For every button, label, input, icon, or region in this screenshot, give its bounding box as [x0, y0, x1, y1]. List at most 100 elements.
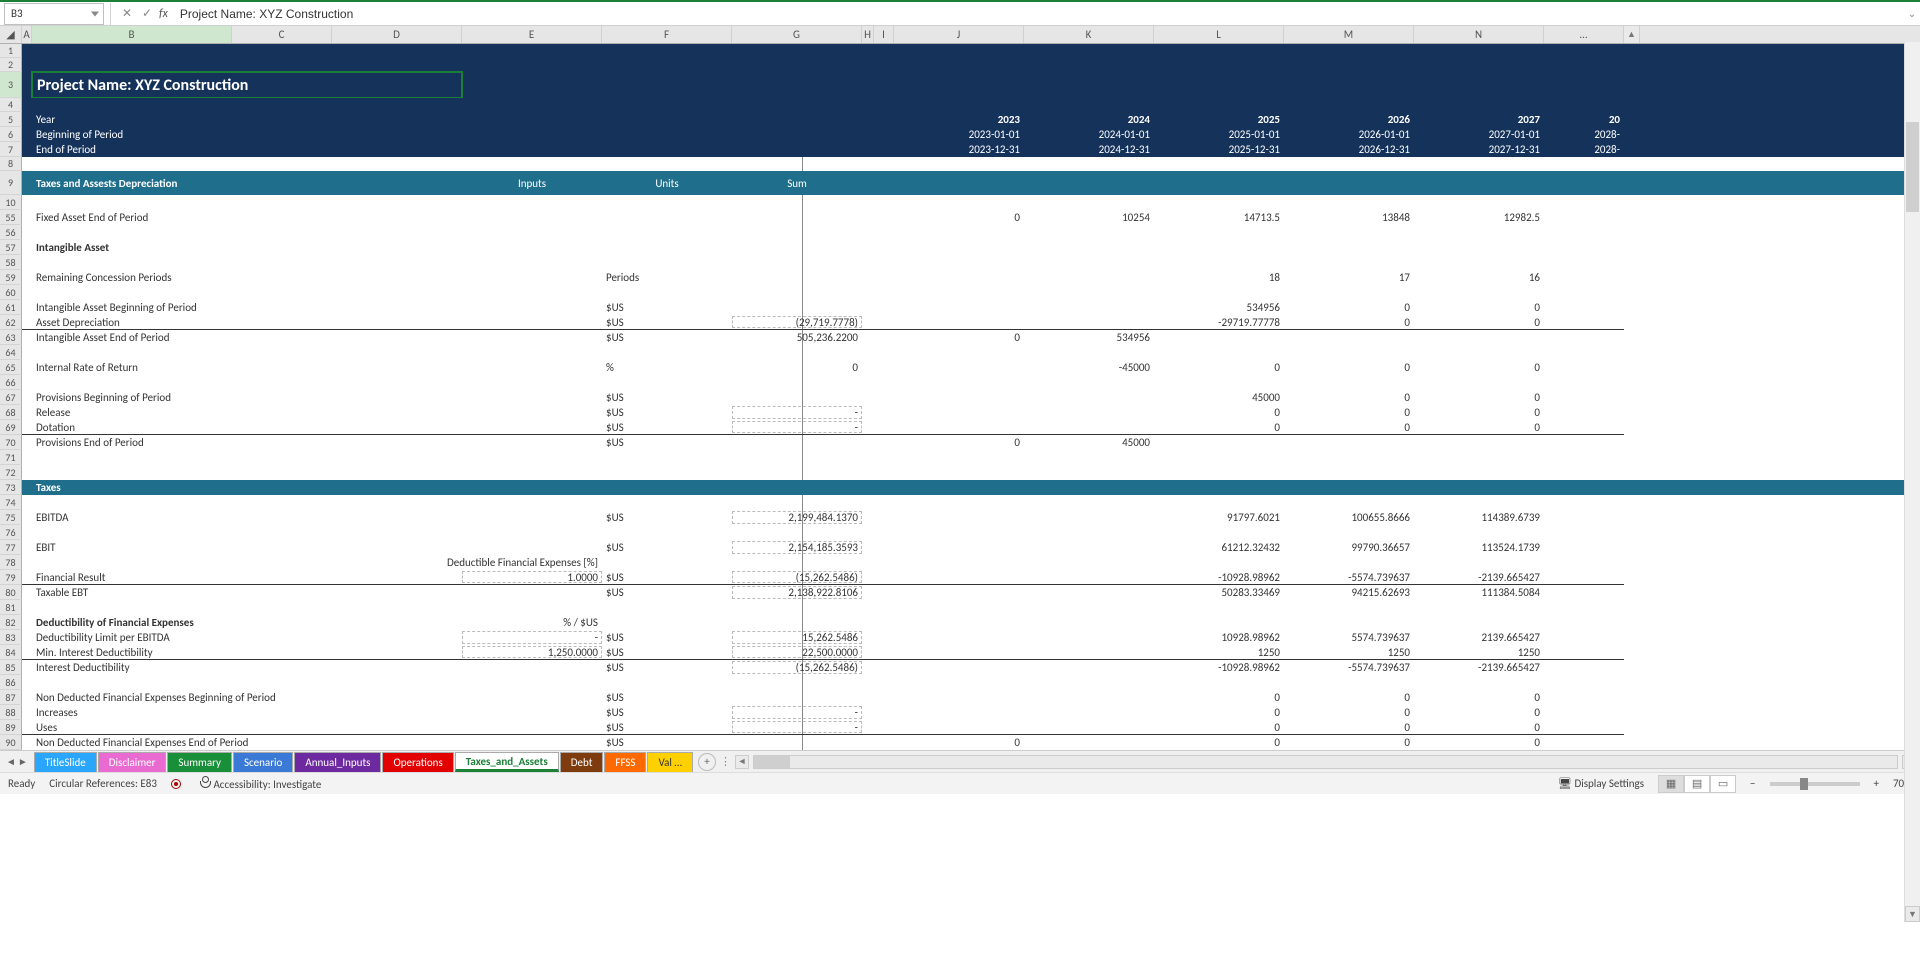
cell[interactable] [332, 525, 462, 540]
cell[interactable] [894, 690, 1024, 705]
cell[interactable] [332, 405, 462, 420]
cell[interactable]: Deductible Financial Expenses [%] [462, 555, 602, 570]
cell[interactable]: - [732, 420, 862, 435]
cell[interactable] [1544, 510, 1624, 525]
cell[interactable] [602, 615, 732, 630]
cell[interactable] [1414, 465, 1544, 480]
cell[interactable] [894, 615, 1024, 630]
col-header-A[interactable]: A [22, 26, 32, 43]
cell[interactable] [22, 675, 32, 690]
cell[interactable] [874, 480, 894, 495]
cell[interactable]: 0 [1284, 720, 1414, 735]
cell[interactable] [1414, 615, 1544, 630]
cell[interactable] [1024, 405, 1154, 420]
cell[interactable]: 534956 [1024, 330, 1154, 345]
cell[interactable] [462, 435, 602, 450]
cell[interactable]: 13848 [1284, 210, 1414, 225]
cell[interactable]: Financial Result [32, 570, 232, 585]
cell[interactable] [1544, 420, 1624, 435]
cell[interactable]: $US [602, 720, 732, 735]
cell[interactable] [22, 270, 32, 285]
cell[interactable] [332, 450, 462, 465]
cell[interactable] [332, 675, 462, 690]
cell[interactable] [732, 555, 862, 570]
cell[interactable] [22, 195, 32, 210]
cell[interactable] [232, 270, 332, 285]
cell[interactable] [22, 240, 32, 255]
cell[interactable] [874, 405, 894, 420]
cell[interactable]: 61212.32432 [1154, 540, 1284, 555]
cell[interactable] [1414, 285, 1544, 300]
cell[interactable] [1544, 735, 1624, 750]
cell[interactable] [22, 585, 32, 600]
sheet-tab[interactable]: FFSS [604, 752, 646, 772]
cell[interactable]: 5574.739637 [1284, 630, 1414, 645]
cell[interactable] [32, 465, 232, 480]
cell[interactable] [332, 255, 462, 270]
cell[interactable] [862, 360, 874, 375]
cell[interactable] [874, 585, 894, 600]
cell[interactable] [1024, 390, 1154, 405]
cell[interactable] [862, 555, 874, 570]
cell[interactable]: $US [602, 390, 732, 405]
cell[interactable] [32, 345, 232, 360]
cell[interactable] [22, 255, 32, 270]
cell[interactable] [232, 225, 332, 240]
cell[interactable] [462, 525, 602, 540]
cell[interactable] [32, 255, 232, 270]
cell[interactable] [1154, 525, 1284, 540]
cell[interactable] [332, 570, 462, 585]
cell[interactable] [874, 375, 894, 390]
cell[interactable]: 18 [1154, 270, 1284, 285]
select-all-corner[interactable]: ◢ [0, 26, 22, 43]
row-number[interactable]: 77 [0, 540, 22, 555]
cell[interactable] [232, 195, 332, 210]
cell[interactable] [874, 210, 894, 225]
cell[interactable] [1284, 495, 1414, 510]
cell[interactable]: $US [602, 330, 732, 345]
row-number[interactable]: 61 [0, 300, 22, 315]
cell[interactable] [732, 285, 862, 300]
cell[interactable] [1024, 225, 1154, 240]
row-number[interactable]: 59 [0, 270, 22, 285]
cell[interactable] [732, 240, 862, 255]
cell[interactable] [1024, 465, 1154, 480]
sheet-tab[interactable]: Val … [647, 752, 693, 772]
cell[interactable]: - [462, 630, 602, 645]
row-number[interactable]: 68 [0, 405, 22, 420]
cell[interactable] [862, 270, 874, 285]
sheet-tab[interactable]: Summary [167, 752, 232, 772]
cell[interactable] [1544, 345, 1624, 360]
cell[interactable] [22, 300, 32, 315]
cell[interactable] [874, 555, 894, 570]
cell[interactable]: $US [602, 510, 732, 525]
col-header-H[interactable]: H [862, 26, 874, 43]
cell[interactable] [862, 375, 874, 390]
cell[interactable]: - [732, 720, 862, 735]
cell[interactable] [1414, 225, 1544, 240]
cell[interactable] [1284, 465, 1414, 480]
cell[interactable] [874, 195, 894, 210]
name-box[interactable]: B3 [4, 3, 104, 25]
vertical-scrollbar[interactable]: ▼ [1904, 42, 1920, 922]
sheet-tab[interactable]: Disclaimer [98, 752, 167, 772]
cell[interactable] [232, 285, 332, 300]
cell[interactable] [732, 480, 862, 495]
cell[interactable]: Taxes [32, 480, 232, 495]
cell[interactable] [602, 450, 732, 465]
cell[interactable] [332, 645, 462, 660]
col-header-I[interactable]: I [874, 26, 894, 43]
cell[interactable] [732, 270, 862, 285]
cell[interactable] [732, 390, 862, 405]
cell[interactable] [1414, 375, 1544, 390]
cell[interactable] [1024, 300, 1154, 315]
col-header-L[interactable]: L [1154, 26, 1284, 43]
cell[interactable]: 2,138,922.8106 [732, 585, 862, 600]
cell[interactable]: 91797.6021 [1154, 510, 1284, 525]
cell[interactable] [894, 540, 1024, 555]
cell[interactable] [332, 195, 462, 210]
row-number[interactable]: 65 [0, 360, 22, 375]
cell[interactable] [232, 720, 332, 735]
tab-nav-prev-icon[interactable]: ◄ [6, 755, 16, 768]
cell[interactable]: $US [602, 405, 732, 420]
